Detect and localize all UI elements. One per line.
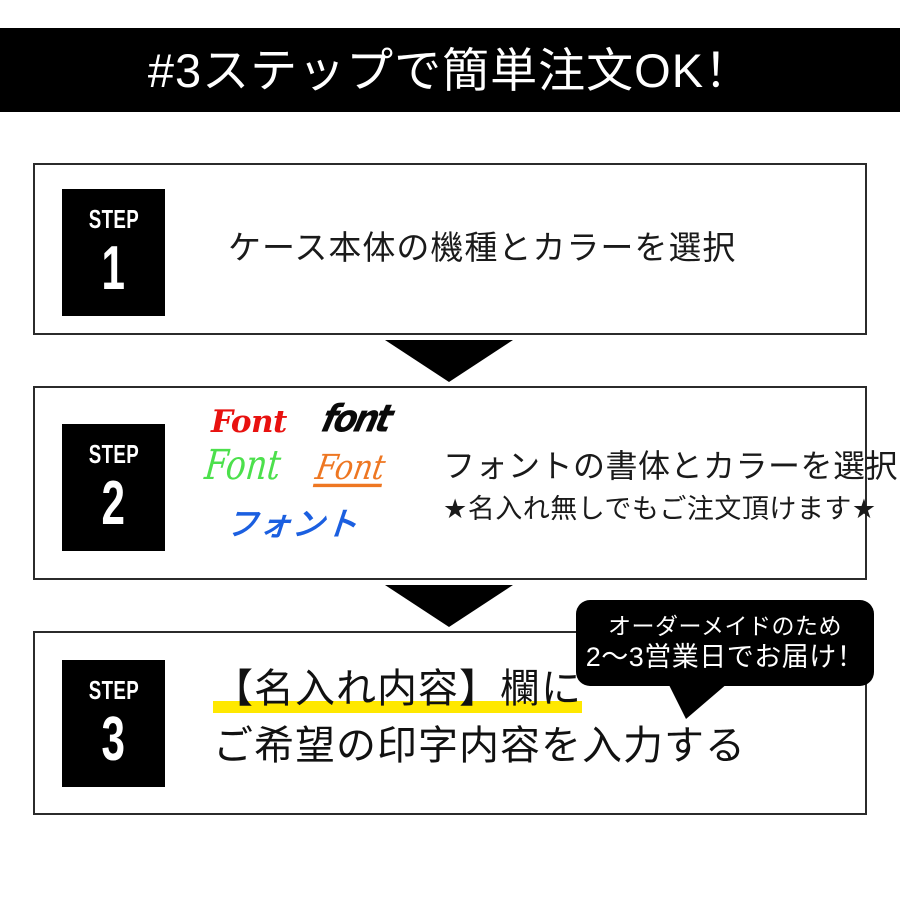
step-badge-1: STEP 1 <box>62 189 165 316</box>
font-sample-blue: フォント <box>224 505 361 543</box>
step-badge-number: 1 <box>101 233 126 303</box>
step-badge-word: STEP <box>88 203 139 234</box>
bubble-tail-icon <box>668 683 728 719</box>
arrow-down-icon <box>385 585 513 627</box>
step-1-description: ケース本体の機種とカラーを選択 <box>228 229 737 266</box>
step-box-1: STEP 1 ケース本体の機種とカラーを選択 <box>33 163 867 335</box>
font-sample-green: Font <box>202 440 284 489</box>
delivery-note-bubble: オーダーメイドのため 2〜3営業日でお届け！ <box>576 600 874 686</box>
step-badge-word: STEP <box>88 438 139 469</box>
header-banner: #3ステップで簡単注文OK！ <box>0 28 900 112</box>
arrow-down-icon <box>385 340 513 382</box>
step-badge-3: STEP 3 <box>62 660 165 787</box>
highlighted-text: 【名入れ内容】欄に <box>213 667 582 713</box>
page-title: #3ステップで簡単注文OK！ <box>147 43 753 97</box>
font-sample-red: Font <box>211 404 287 440</box>
step-2-line-1: フォントの書体とカラーを選択 <box>443 448 899 484</box>
step-2-description: フォントの書体とカラーを選択 ★名入れ無しでもご注文頂けます★ <box>443 446 898 527</box>
step-badge-number: 3 <box>101 704 126 774</box>
font-sample-orange: Font <box>312 448 389 489</box>
step-3-line-2: ご希望の印字内容を入力する <box>213 723 746 768</box>
step-badge-number: 2 <box>101 468 126 538</box>
step-badge-word: STEP <box>88 674 139 705</box>
step-2-line-2: ★名入れ無しでもご注文頂けます★ <box>443 494 877 524</box>
bubble-line-1: オーダーメイドのため <box>607 612 843 639</box>
step-badge-2: STEP 2 <box>62 424 165 551</box>
bubble-line-2: 2〜3営業日でお届け！ <box>585 642 865 673</box>
font-sample-black: font <box>317 396 395 442</box>
step-box-2: STEP 2 Font font Font Font フォント フォントの書体と… <box>33 386 898 580</box>
font-sample-gallery: Font font Font Font フォント <box>183 396 443 573</box>
